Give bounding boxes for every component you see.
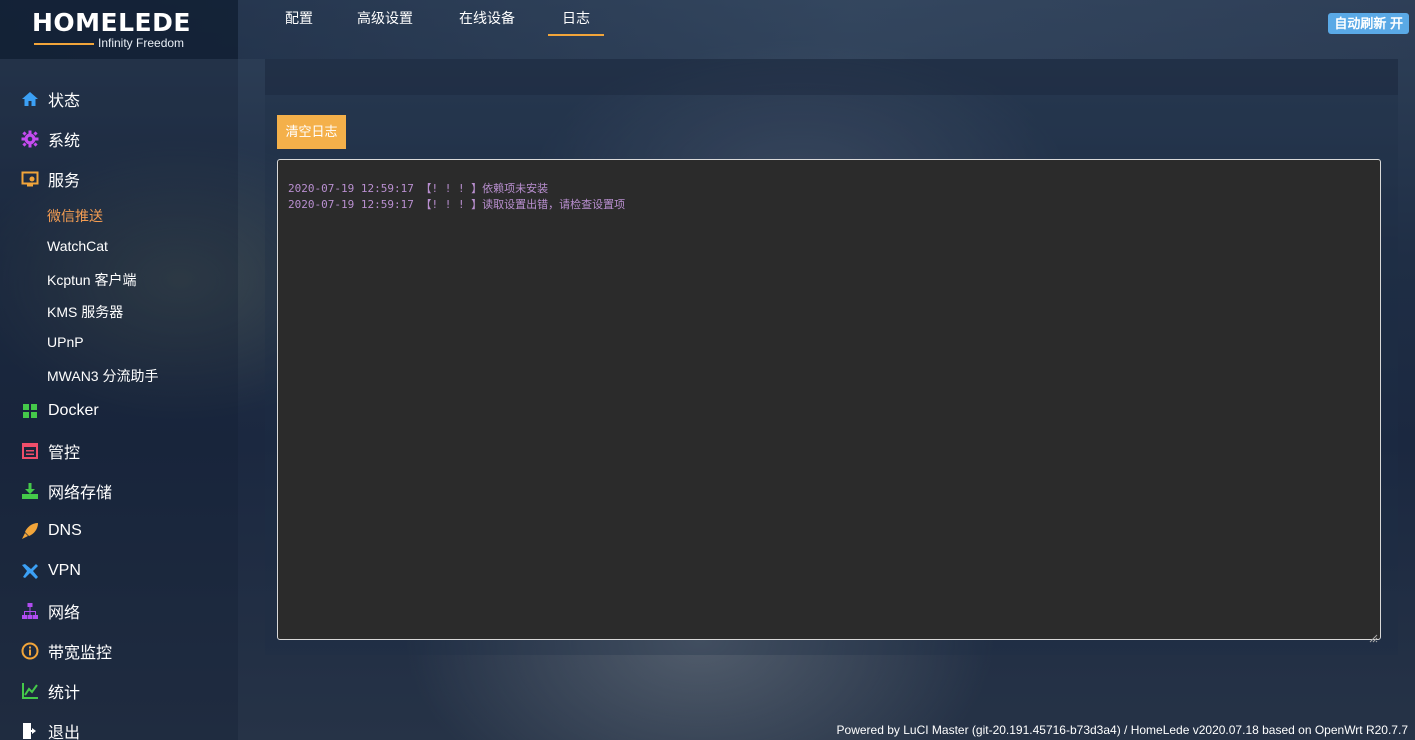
download-storage-icon <box>21 482 39 500</box>
logout-icon <box>21 722 39 740</box>
resize-grip-icon[interactable] <box>1369 628 1378 643</box>
sidebar-item-label: VPN <box>48 562 81 579</box>
sidebar-item-label: Docker <box>48 402 99 419</box>
top-header: HOMELEDE Infinity Freedom 自动刷新 开 <box>0 0 1415 59</box>
sidebar-item-system[interactable]: 系统 <box>0 119 238 159</box>
network-tree-icon <box>21 602 39 620</box>
logo-subtitle: Infinity Freedom <box>98 36 185 50</box>
tab-advanced-settings[interactable]: 高级设置 <box>357 8 413 36</box>
sidebar-subitem-watchcat[interactable]: WatchCat <box>47 238 108 258</box>
sidebar-item-label: 网络存储 <box>48 485 113 502</box>
logo[interactable]: HOMELEDE Infinity Freedom <box>0 0 238 59</box>
logo-title: HOMELEDE <box>32 8 191 37</box>
sidebar-subitem-kcptun[interactable]: Kcptun 客户端 <box>47 270 136 290</box>
sidebar-item-statistics[interactable]: 统计 <box>0 671 238 711</box>
sidebar-item-label: DNS <box>48 522 82 539</box>
log-textarea[interactable]: 2020-07-19 12:59:17 【! ! ! 】依赖项未安装 2020-… <box>277 159 1381 643</box>
sidebar-item-label: 网络 <box>48 605 81 622</box>
log-line: 2020-07-19 12:59:17 【! ! ! 】依赖项未安装 <box>288 182 549 195</box>
log-line: 2020-07-19 12:59:17 【! ! ! 】读取设置出错，请检查设置… <box>288 198 626 211</box>
logo-underline <box>34 43 94 45</box>
sidebar-item-network-storage[interactable]: 网络存储 <box>0 471 238 511</box>
sidebar-item-logout[interactable]: 退出 <box>0 711 238 740</box>
sidebar-item-label: 统计 <box>48 685 81 702</box>
gear-icon <box>21 130 39 148</box>
rocket-icon <box>21 522 39 540</box>
airplane-icon <box>21 562 39 580</box>
tab-bar <box>265 59 1398 95</box>
control-panel-icon <box>21 442 39 460</box>
info-circle-icon <box>21 642 39 660</box>
sidebar-item-label: 管控 <box>48 445 81 462</box>
services-icon <box>21 170 39 188</box>
tab-online-devices[interactable]: 在线设备 <box>459 8 515 36</box>
sidebar-item-label: 服务 <box>48 173 81 190</box>
tab-config[interactable]: 配置 <box>285 8 313 36</box>
home-icon <box>21 90 39 108</box>
sidebar-item-bandwidth-monitor[interactable]: 带宽监控 <box>0 631 238 671</box>
tab-log[interactable]: 日志 <box>548 8 604 36</box>
auto-refresh-button[interactable]: 自动刷新 开 <box>1328 13 1409 34</box>
sidebar-item-network[interactable]: 网络 <box>0 591 238 631</box>
sidebar-item-label: 带宽监控 <box>48 645 113 662</box>
sidebar-item-status[interactable]: 状态 <box>0 79 238 119</box>
sidebar-subitem-upnp[interactable]: UPnP <box>47 334 84 354</box>
sidebar-item-services[interactable]: 服务 <box>0 159 238 199</box>
sidebar-item-docker[interactable]: Docker <box>0 391 238 431</box>
sidebar-subitem-mwan3[interactable]: MWAN3 分流助手 <box>47 366 158 386</box>
sidebar-item-vpn[interactable]: VPN <box>0 551 238 591</box>
sidebar-item-label: 退出 <box>48 725 81 740</box>
sidebar-item-label: 系统 <box>48 133 81 150</box>
docker-grid-icon <box>21 402 39 420</box>
clear-log-button[interactable]: 清空日志 <box>277 115 346 149</box>
footer-text: Powered by LuCI Master (git-20.191.45716… <box>836 723 1408 737</box>
sidebar-item-label: 状态 <box>48 93 81 110</box>
sidebar-item-dns[interactable]: DNS <box>0 511 238 551</box>
line-chart-icon <box>21 682 39 700</box>
sidebar-item-control[interactable]: 管控 <box>0 431 238 471</box>
sidebar-subitem-kms[interactable]: KMS 服务器 <box>47 302 123 322</box>
sidebar-subitem-wechat-push[interactable]: 微信推送 <box>47 206 103 226</box>
